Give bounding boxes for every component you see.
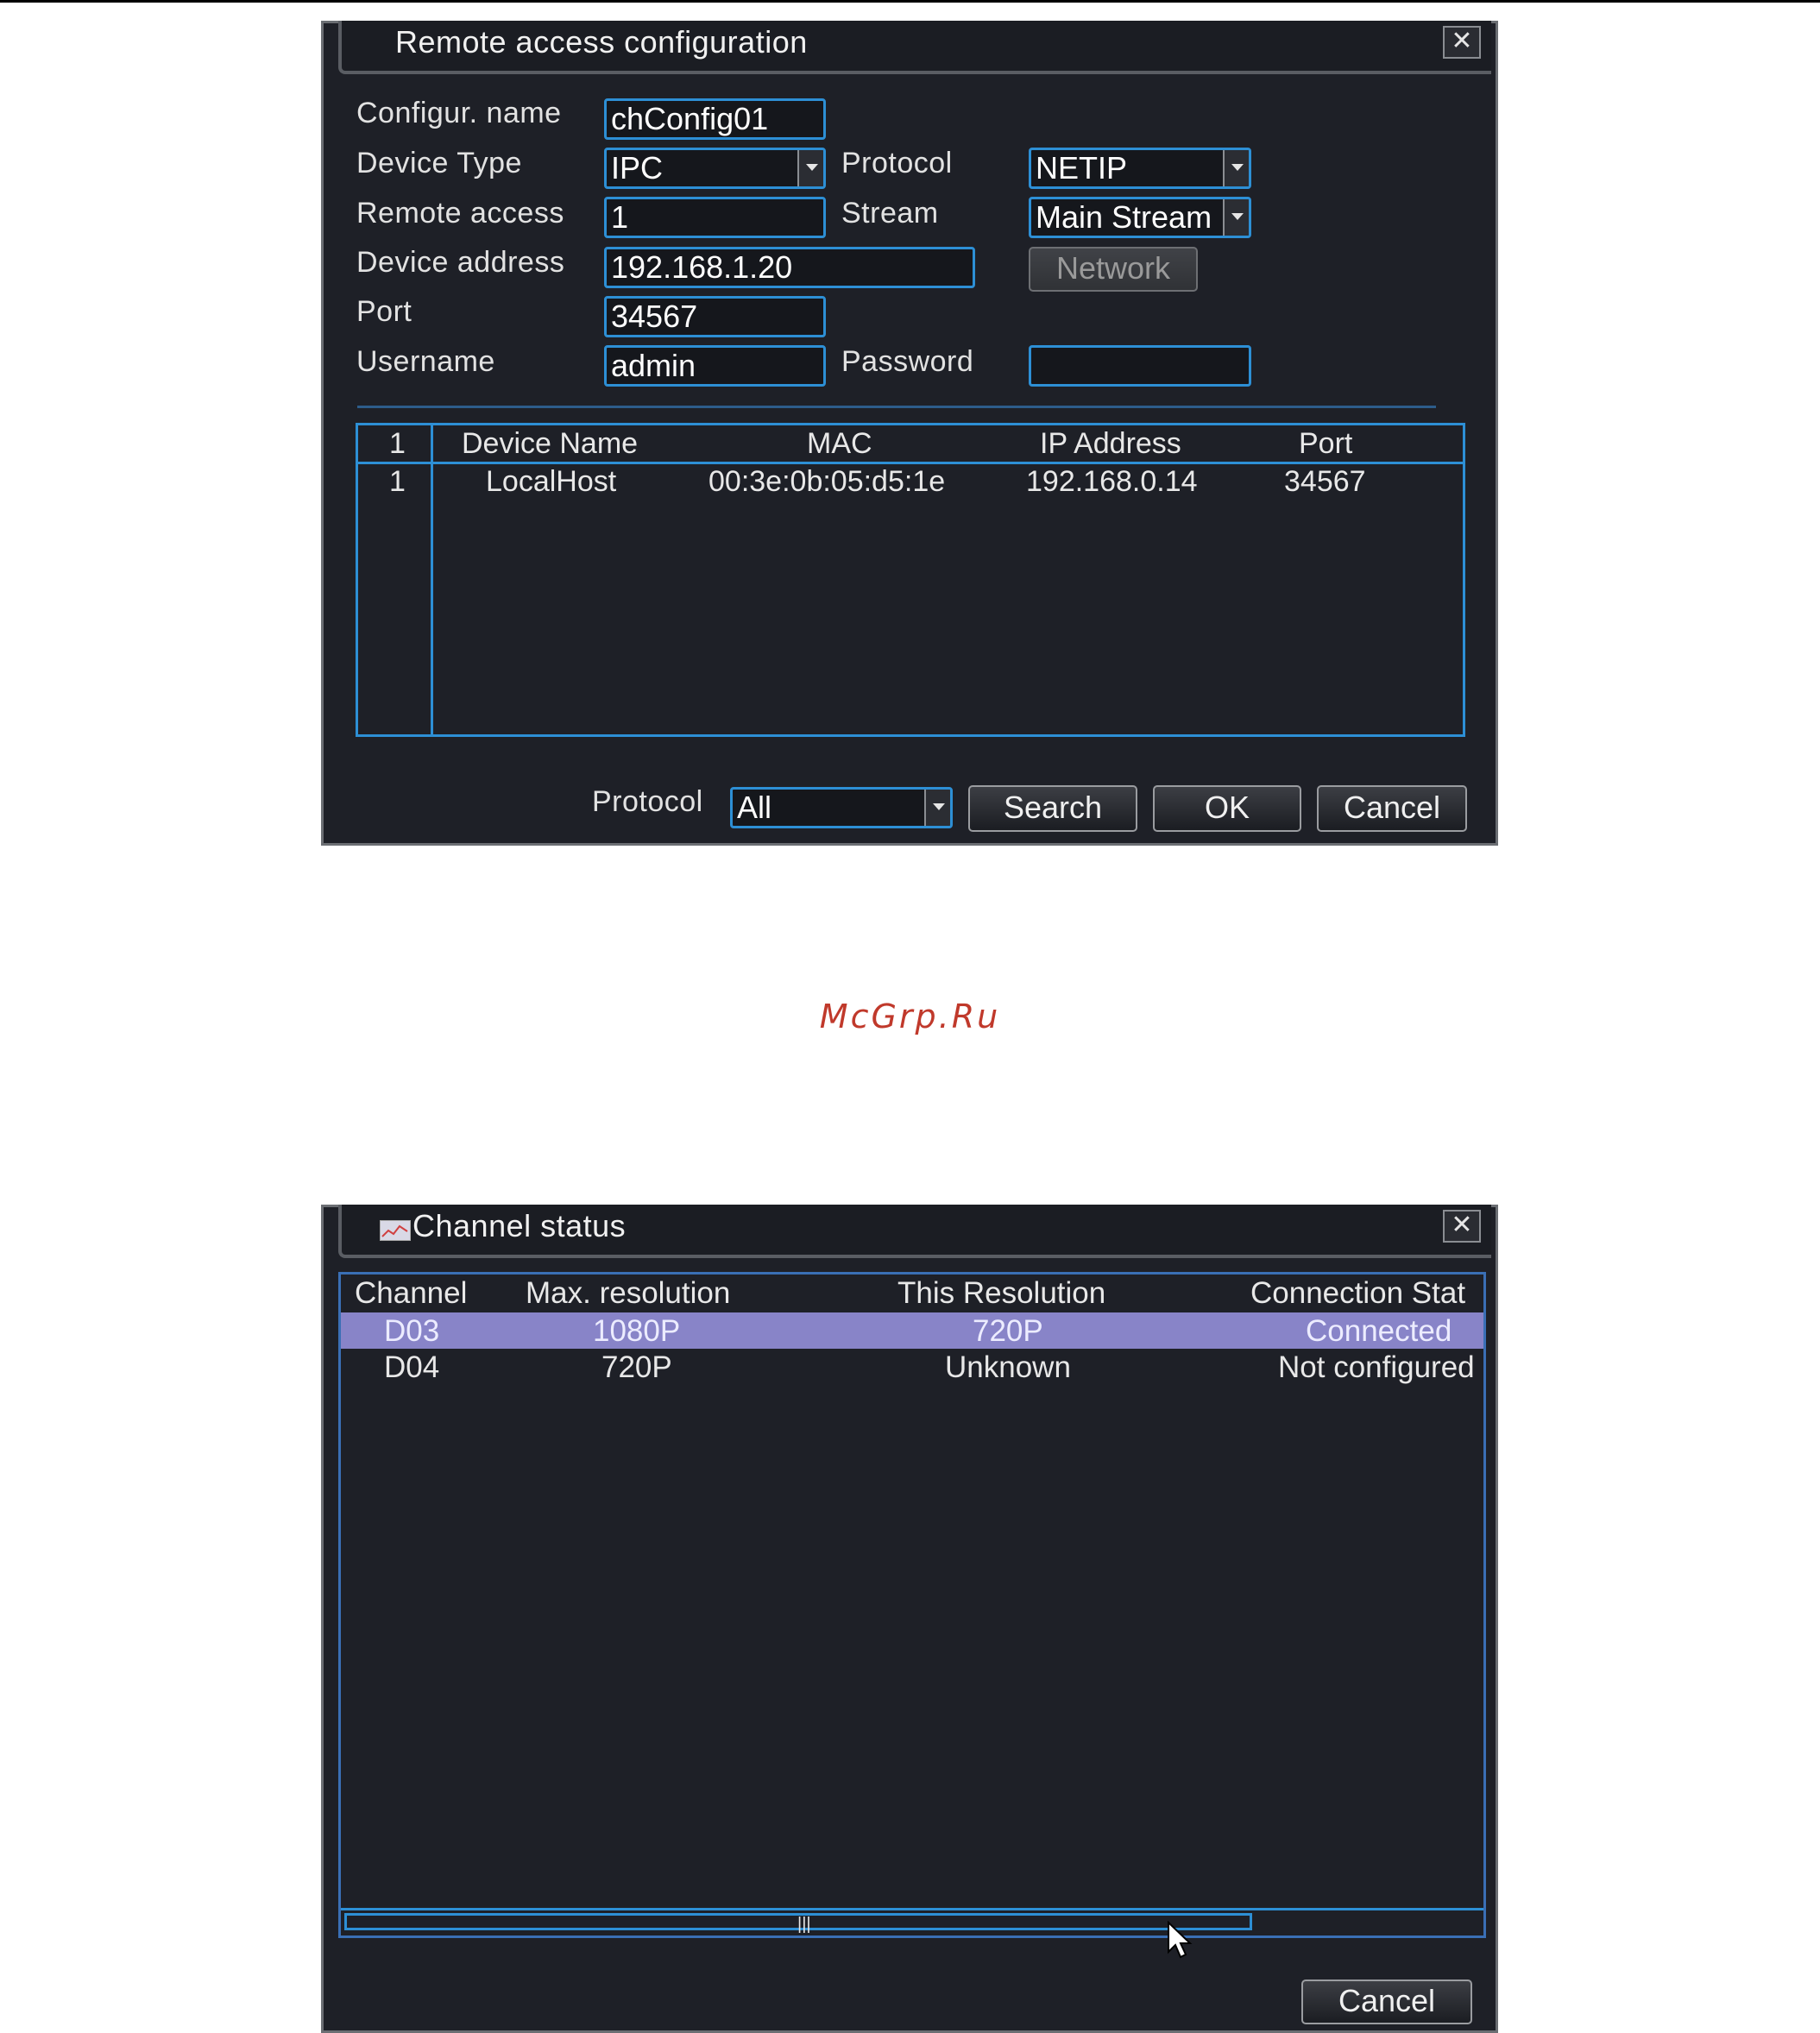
remote-access-label: Remote access bbox=[356, 197, 564, 230]
page-top-rule bbox=[0, 0, 1820, 3]
search-button[interactable]: Search bbox=[968, 785, 1137, 832]
column-header-max-resolution: Max. resolution bbox=[526, 1276, 731, 1310]
watermark: McGrp.Ru bbox=[819, 998, 1001, 1035]
network-button[interactable]: Network bbox=[1029, 247, 1198, 292]
dropdown-arrow-icon bbox=[797, 150, 823, 186]
dialog-title: Channel status bbox=[412, 1208, 627, 1243]
row-device-name: LocalHost bbox=[486, 465, 617, 498]
stream-select[interactable]: Main Stream bbox=[1029, 197, 1251, 238]
device-address-label: Device address bbox=[356, 246, 565, 279]
row-connection-status: Not configured bbox=[1278, 1350, 1475, 1384]
close-icon: ✕ bbox=[1451, 27, 1473, 55]
device-address-input[interactable]: 192.168.1.20 bbox=[604, 247, 975, 288]
row-max-resolution: 1080P bbox=[593, 1314, 681, 1348]
dropdown-arrow-icon bbox=[924, 790, 950, 826]
row-channel: D04 bbox=[384, 1350, 440, 1384]
dropdown-arrow-icon bbox=[1223, 199, 1249, 236]
protocol-value: NETIP bbox=[1036, 150, 1128, 186]
section-divider bbox=[357, 406, 1436, 408]
dialog-titlebar: Channel status ✕ bbox=[338, 1205, 1491, 1258]
row-max-resolution: 720P bbox=[601, 1350, 672, 1384]
chart-icon bbox=[380, 1220, 411, 1241]
device-type-select[interactable]: IPC bbox=[604, 148, 826, 189]
remote-access-input[interactable]: 1 bbox=[604, 197, 826, 238]
dialog-titlebar: Remote access configuration ✕ bbox=[338, 21, 1491, 74]
row-mac: 00:3e:0b:05:d5:1e bbox=[708, 465, 946, 498]
dialog-title: Remote access configuration bbox=[395, 24, 808, 60]
cancel-button[interactable]: Cancel bbox=[1301, 1980, 1472, 2024]
username-label: Username bbox=[356, 345, 495, 378]
column-header-connection-status: Connection Stat bbox=[1250, 1276, 1466, 1310]
config-name-label: Configur. name bbox=[356, 97, 562, 129]
scrollbar-thumb[interactable]: ||| bbox=[344, 1913, 1252, 1934]
column-header-device-name: Device Name bbox=[462, 427, 639, 460]
cancel-button[interactable]: Cancel bbox=[1317, 785, 1467, 832]
close-icon: ✕ bbox=[1451, 1211, 1473, 1239]
mouse-pointer-icon bbox=[1168, 1921, 1193, 1959]
column-header-port: Port bbox=[1299, 427, 1353, 460]
username-input[interactable]: admin bbox=[604, 345, 826, 387]
protocol-select[interactable]: NETIP bbox=[1029, 148, 1251, 189]
footer-protocol-value: All bbox=[737, 790, 772, 825]
column-header-this-resolution: This Resolution bbox=[897, 1276, 1106, 1310]
column-divider bbox=[431, 425, 433, 734]
close-button[interactable]: ✕ bbox=[1443, 1210, 1481, 1243]
table-row-selected[interactable]: D03 1080P 720P Connected bbox=[341, 1312, 1483, 1349]
grip-icon: ||| bbox=[797, 1915, 811, 1934]
port-label: Port bbox=[356, 295, 412, 328]
row-port: 34567 bbox=[1284, 465, 1366, 498]
port-input[interactable]: 34567 bbox=[604, 296, 826, 337]
horizontal-scrollbar[interactable]: ||| bbox=[341, 1908, 1483, 1935]
footer-protocol-label: Protocol bbox=[592, 785, 703, 818]
column-header-index: 1 bbox=[389, 427, 406, 460]
password-label: Password bbox=[841, 345, 974, 378]
close-button[interactable]: ✕ bbox=[1443, 26, 1481, 59]
row-index: 1 bbox=[389, 465, 406, 498]
dropdown-arrow-icon bbox=[1223, 150, 1249, 186]
device-type-value: IPC bbox=[611, 150, 664, 186]
stream-value: Main Stream bbox=[1036, 199, 1212, 235]
channel-table: Channel Max. resolution This Resolution … bbox=[338, 1272, 1486, 1938]
device-type-label: Device Type bbox=[356, 147, 522, 179]
column-header-ip-address: IP Address bbox=[1040, 427, 1181, 460]
protocol-label: Protocol bbox=[841, 147, 953, 179]
ok-button[interactable]: OK bbox=[1153, 785, 1301, 832]
column-header-mac: MAC bbox=[807, 427, 872, 460]
row-this-resolution: 720P bbox=[973, 1314, 1043, 1348]
config-name-input[interactable]: chConfig01 bbox=[604, 98, 826, 140]
password-input[interactable] bbox=[1029, 345, 1251, 387]
header-divider bbox=[358, 462, 1463, 464]
row-connection-status: Connected bbox=[1306, 1314, 1452, 1348]
column-header-channel: Channel bbox=[355, 1276, 468, 1310]
row-channel: D03 bbox=[384, 1314, 440, 1348]
footer-protocol-select[interactable]: All bbox=[730, 787, 953, 828]
stream-label: Stream bbox=[841, 197, 939, 230]
row-this-resolution: Unknown bbox=[945, 1350, 1071, 1384]
device-table: 1 Device Name MAC IP Address Port 1 Loca… bbox=[356, 423, 1465, 737]
row-ip-address: 192.168.0.14 bbox=[1026, 465, 1198, 498]
